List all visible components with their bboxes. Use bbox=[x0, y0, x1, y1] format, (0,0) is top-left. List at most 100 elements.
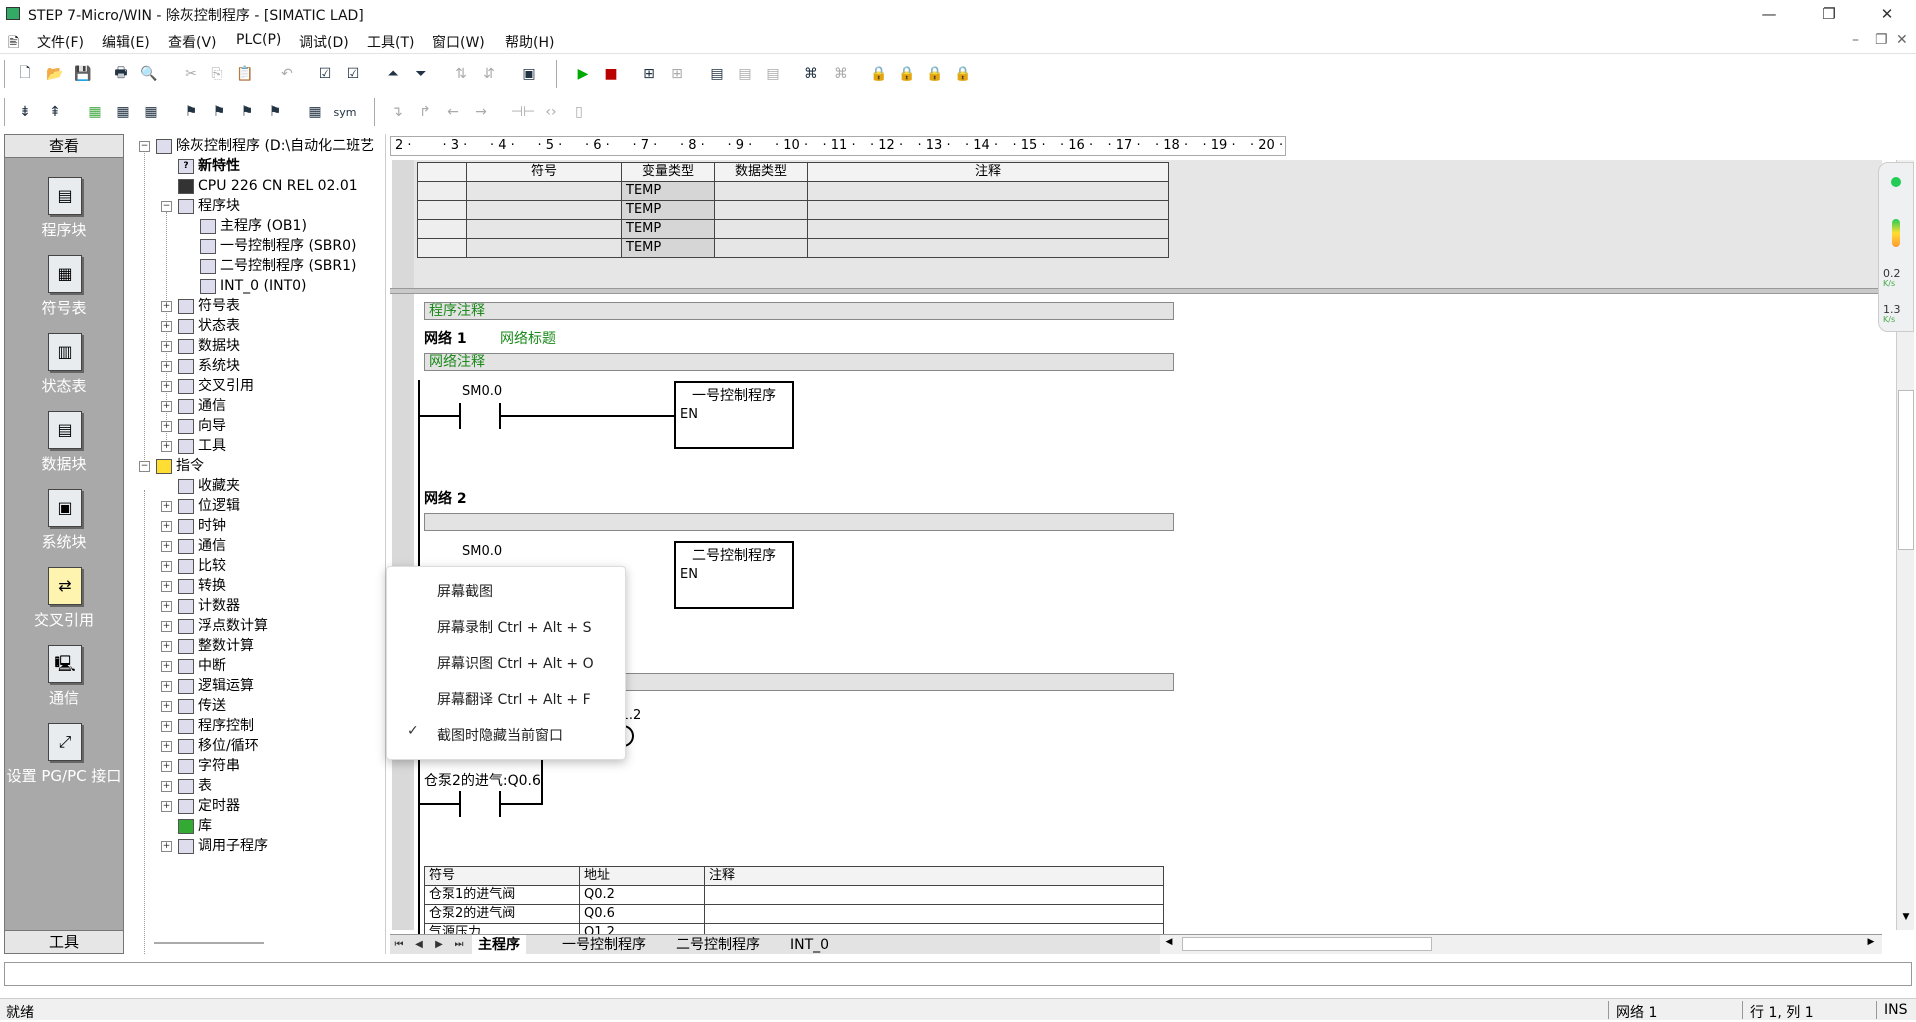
tab-next-icon[interactable]: ▶ bbox=[430, 937, 448, 953]
nav-program-block[interactable]: ▤ 程序块 bbox=[5, 177, 123, 247]
contact-address[interactable]: SM0.0 bbox=[462, 544, 502, 559]
line-left-icon[interactable]: ← bbox=[442, 101, 464, 123]
tree-favorites[interactable]: 收藏夹 bbox=[178, 476, 240, 496]
menu-window[interactable]: 窗口(W) bbox=[432, 32, 485, 52]
menu-edit[interactable]: 编辑(E) bbox=[102, 32, 150, 52]
tree-communication[interactable]: 通信 bbox=[178, 536, 226, 556]
expand-toggle[interactable]: + bbox=[161, 561, 172, 572]
tree-instructions[interactable]: 指令 bbox=[156, 456, 204, 476]
menu-view[interactable]: 查看(V) bbox=[168, 32, 217, 52]
menu-debug[interactable]: 调试(D) bbox=[299, 32, 349, 52]
line-down-icon[interactable]: ↴ bbox=[386, 101, 408, 123]
scroll-right-icon[interactable]: ▶ bbox=[1864, 937, 1878, 951]
tree-shift-rotate[interactable]: 移位/循环 bbox=[178, 736, 259, 756]
tree-hscroll-thumb[interactable] bbox=[154, 942, 264, 944]
status-chart-icon[interactable]: ▤ bbox=[706, 63, 728, 85]
scroll-thumb[interactable] bbox=[1182, 937, 1432, 951]
table-row[interactable]: TEMP bbox=[417, 219, 1169, 239]
network-2-label[interactable]: 网络 2 bbox=[424, 488, 467, 508]
expand-toggle[interactable]: + bbox=[161, 681, 172, 692]
contact-icon[interactable]: ⊣⊢ bbox=[511, 101, 535, 123]
nav-communications[interactable]: 🖳 通信 bbox=[5, 645, 123, 715]
view-stl-icon[interactable]: ▦ bbox=[112, 101, 134, 123]
tab-main[interactable]: 主程序 bbox=[472, 935, 526, 955]
pause-status-icon[interactable]: ⊞ bbox=[666, 63, 688, 85]
expand-toggle[interactable]: + bbox=[161, 501, 172, 512]
menu-item-hide-window[interactable]: 截图时隐藏当前窗口 bbox=[437, 725, 563, 745]
menu-help[interactable]: 帮助(H) bbox=[505, 32, 554, 52]
tree-string[interactable]: 字符串 bbox=[178, 756, 240, 776]
lock-icon[interactable]: 🔒 bbox=[868, 63, 890, 85]
menu-file[interactable]: 文件(F) bbox=[37, 32, 84, 52]
horizontal-scrollbar[interactable]: ◀ ▶ bbox=[1160, 934, 1882, 954]
options-icon[interactable]: ▣ bbox=[518, 63, 540, 85]
tab-prev-icon[interactable]: ◀ bbox=[410, 937, 428, 953]
tree-integer-math[interactable]: 整数计算 bbox=[178, 636, 254, 656]
box-icon[interactable]: ▯ bbox=[568, 101, 590, 123]
tab-sbr1[interactable]: 二号控制程序 bbox=[670, 935, 766, 955]
tree-program-control[interactable]: 程序控制 bbox=[178, 716, 254, 736]
expand-toggle[interactable]: + bbox=[161, 361, 172, 372]
tree-libraries[interactable]: 库 bbox=[178, 816, 212, 836]
compile-icon[interactable]: ☑ bbox=[314, 63, 336, 85]
contact-address[interactable]: 仓泵2的进气:Q0.6 bbox=[424, 770, 541, 790]
tree-call-subroutines[interactable]: 调用子程序 bbox=[178, 836, 268, 856]
tree-tools[interactable]: 工具 bbox=[178, 436, 226, 456]
nav-symbol-table[interactable]: ▦ 符号表 bbox=[5, 255, 123, 325]
tree-logic-ops[interactable]: 逻辑运算 bbox=[178, 676, 254, 696]
status-chart-pause-icon[interactable]: ▤ bbox=[734, 63, 756, 85]
network-2-comment[interactable] bbox=[424, 513, 1174, 531]
bookmark-next-icon[interactable]: ⚑ bbox=[208, 101, 230, 123]
save-icon[interactable]: 💾 bbox=[72, 63, 94, 85]
navbar-header[interactable]: 查看 bbox=[5, 135, 123, 158]
expand-toggle[interactable]: + bbox=[161, 541, 172, 552]
unlock-icon[interactable]: 🔒 bbox=[896, 63, 918, 85]
tree-cpu[interactable]: CPU 226 CN REL 02.01 bbox=[178, 176, 358, 196]
expand-toggle[interactable]: + bbox=[161, 581, 172, 592]
tree-counters[interactable]: 计数器 bbox=[178, 596, 240, 616]
expand-toggle[interactable]: + bbox=[161, 621, 172, 632]
tab-int0[interactable]: INT_0 bbox=[784, 935, 835, 955]
expand-toggle[interactable]: + bbox=[161, 441, 172, 452]
expand-toggle[interactable]: + bbox=[161, 741, 172, 752]
expand-toggle[interactable]: + bbox=[161, 381, 172, 392]
nav-system-block[interactable]: ▣ 系统块 bbox=[5, 489, 123, 559]
new-file-icon[interactable]: 🗋 bbox=[14, 63, 36, 85]
tree-communications[interactable]: 通信 bbox=[178, 396, 226, 416]
line-up-icon[interactable]: ↱ bbox=[414, 101, 436, 123]
restore-button[interactable]: ❐ bbox=[1806, 0, 1852, 28]
tree-symbol-table[interactable]: 符号表 bbox=[178, 296, 240, 316]
line-right-icon[interactable]: → bbox=[470, 101, 492, 123]
tree-wizards[interactable]: 向导 bbox=[178, 416, 226, 436]
tree-block-sbr0[interactable]: 一号控制程序 (SBR0) bbox=[200, 236, 357, 256]
expand-toggle[interactable]: + bbox=[161, 761, 172, 772]
collapse-toggle[interactable]: − bbox=[161, 201, 172, 212]
table-row[interactable]: 仓泵1的进气阀 Q0.2 bbox=[424, 885, 1164, 905]
contact-address[interactable]: SM0.0 bbox=[462, 384, 502, 399]
tree-root[interactable]: 除灰控制程序 (D:\自动化二班艺 bbox=[156, 136, 374, 156]
output-line[interactable] bbox=[4, 962, 1912, 986]
cut-icon[interactable]: ✂ bbox=[180, 63, 202, 85]
tree-clock[interactable]: 时钟 bbox=[178, 516, 226, 536]
tree-block-int0[interactable]: INT_0 (INT0) bbox=[200, 276, 307, 296]
expand-toggle[interactable]: + bbox=[161, 521, 172, 532]
nav-status-chart[interactable]: ▥ 状态表 bbox=[5, 333, 123, 403]
unforce-all-icon[interactable]: 🔒 bbox=[952, 63, 974, 85]
collapse-toggle[interactable]: − bbox=[139, 141, 150, 152]
tree-new-feature[interactable]: ? 新特性 bbox=[178, 156, 240, 176]
tree-compare[interactable]: 比较 bbox=[178, 556, 226, 576]
tree-system-block[interactable]: 系统块 bbox=[178, 356, 240, 376]
table-row[interactable]: 仓泵2的进气阀 Q0.6 bbox=[424, 904, 1164, 924]
expand-toggle[interactable]: + bbox=[161, 641, 172, 652]
expand-toggle[interactable]: + bbox=[161, 301, 172, 312]
mdi-minimize-icon[interactable]: – bbox=[1852, 32, 1859, 48]
splitter[interactable] bbox=[390, 288, 1882, 294]
tree-bit-logic[interactable]: 位逻辑 bbox=[178, 496, 240, 516]
table-row[interactable]: TEMP bbox=[417, 238, 1169, 258]
print-icon[interactable]: 🖶 bbox=[110, 63, 132, 85]
open-file-icon[interactable]: 📂 bbox=[44, 63, 66, 85]
paste-icon[interactable]: 📋 bbox=[234, 63, 256, 85]
tree-program-block[interactable]: 程序块 bbox=[178, 196, 240, 216]
tree-float-math[interactable]: 浮点数计算 bbox=[178, 616, 268, 636]
network-speed-widget[interactable]: 0.2 K/s 1.3 K/s bbox=[1878, 162, 1914, 332]
